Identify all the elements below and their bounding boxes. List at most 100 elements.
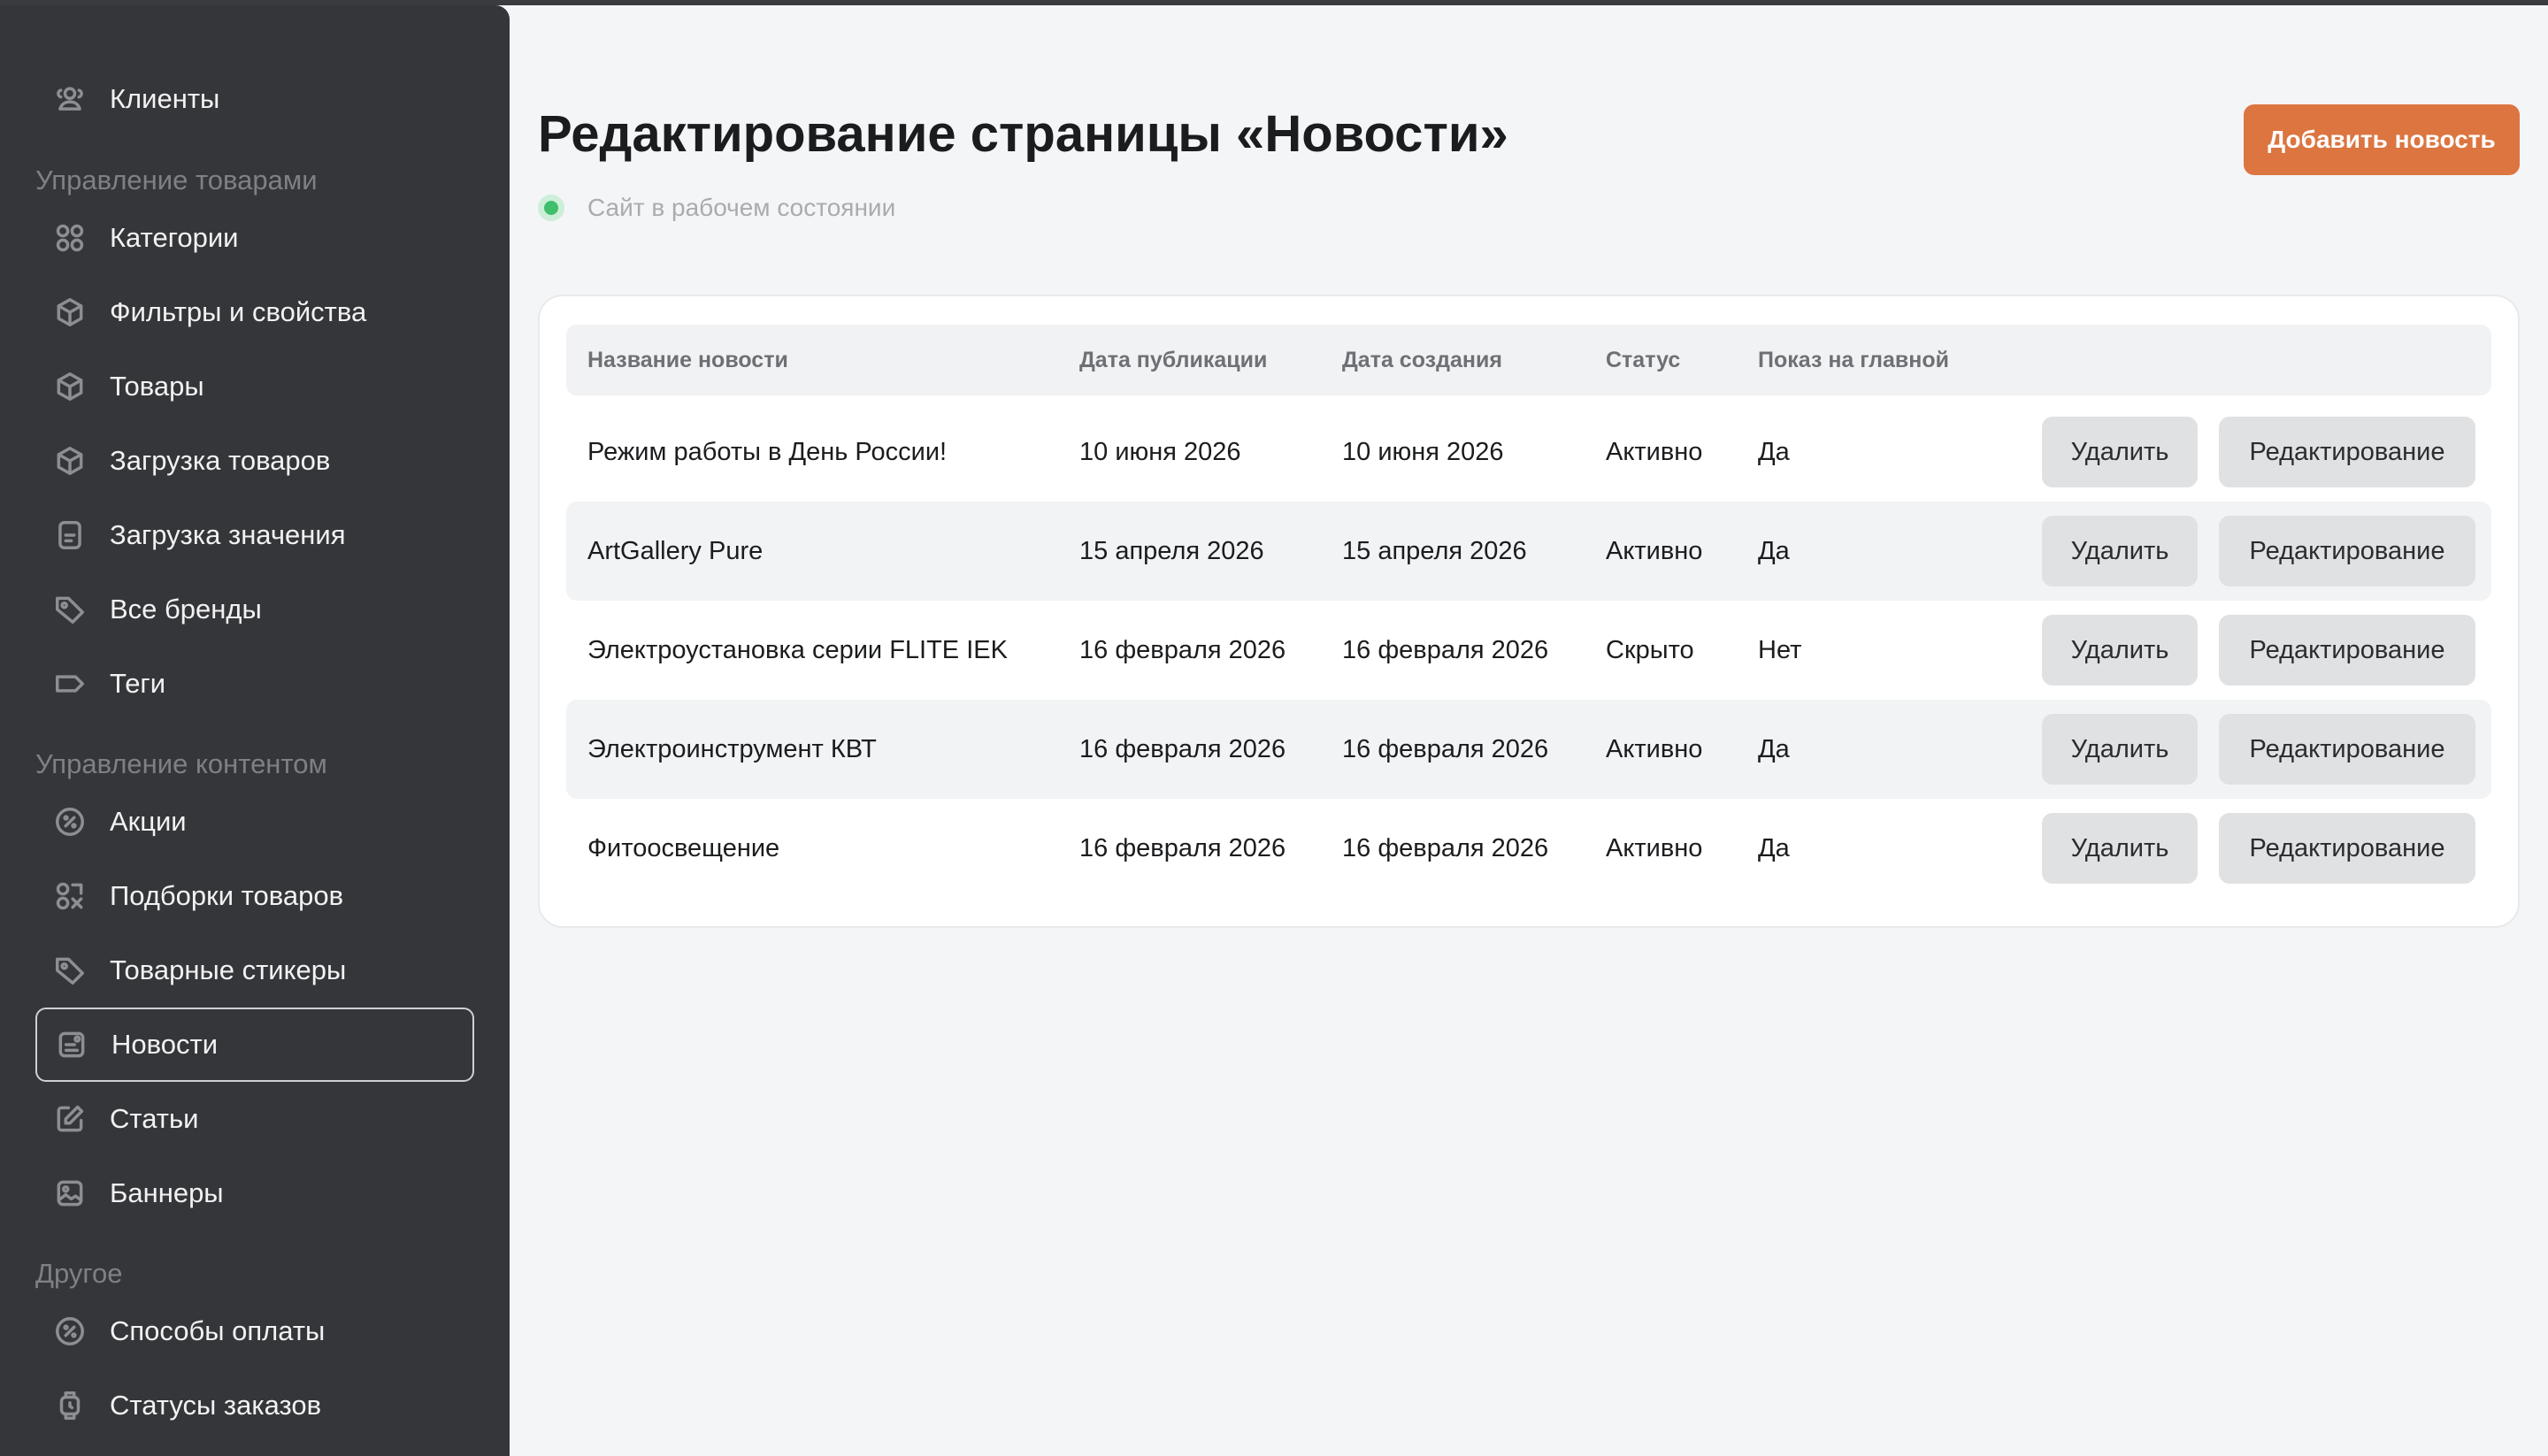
users-icon: [51, 80, 88, 118]
column-header-on-main: Показ на главной: [1758, 348, 1949, 372]
publish-date: 16 февраля 2026: [1079, 735, 1286, 763]
column-header-title: Название новости: [587, 348, 788, 372]
sidebar-item-label: Теги: [110, 668, 166, 699]
sidebar-item-product-upload[interactable]: Загрузка товаров: [35, 424, 474, 498]
section-title-content: Управление контентом: [35, 748, 327, 779]
news-title: ArtGallery Pure: [587, 537, 764, 565]
on-main-value: Нет: [1758, 636, 1802, 664]
status-value: Активно: [1606, 537, 1703, 565]
sidebar-item-promotions[interactable]: Акции: [35, 785, 474, 859]
sidebar-item-tags[interactable]: Теги: [35, 647, 474, 721]
sidebar-item-clients[interactable]: Клиенты: [35, 62, 474, 136]
column-header-status: Статус: [1606, 348, 1681, 372]
sidebar-item-label: Статьи: [110, 1103, 199, 1134]
sidebar-item-news[interactable]: Новости: [35, 1008, 474, 1082]
status-value: Активно: [1606, 438, 1703, 466]
news-table-card: Название новости Дата публикации Дата со…: [538, 295, 2520, 928]
sidebar: Клиенты Управление товарами Категории Фи…: [0, 5, 510, 1456]
create-date: 15 апреля 2026: [1342, 537, 1527, 565]
page-title: Редактирование страницы «Новости»: [538, 105, 1508, 163]
news-icon: [53, 1026, 90, 1063]
sidebar-item-label: Акции: [110, 806, 187, 837]
create-date: 16 февраля 2026: [1342, 834, 1549, 862]
status-value: Активно: [1606, 834, 1703, 862]
status-value: Скрыто: [1606, 636, 1694, 664]
on-main-value: Да: [1758, 834, 1790, 862]
sidebar-item-categories[interactable]: Категории: [35, 201, 474, 275]
table-row: Режим работы в День России! 10 июня 2026…: [566, 402, 2491, 502]
delete-button[interactable]: Удалить: [2042, 714, 2198, 785]
sidebar-item-label: Загрузка значения: [110, 519, 346, 550]
delete-button[interactable]: Удалить: [2042, 417, 2198, 487]
status-dot-icon: [538, 195, 564, 221]
delete-button[interactable]: Удалить: [2042, 516, 2198, 586]
on-main-value: Да: [1758, 537, 1790, 565]
edit-button[interactable]: Редактирование: [2219, 417, 2475, 487]
news-title: Режим работы в День России!: [587, 438, 948, 466]
sidebar-item-value-upload[interactable]: Загрузка значения: [35, 498, 474, 572]
sidebar-item-payment-methods[interactable]: Способы оплаты: [35, 1294, 474, 1368]
table-row: Электроинструмент КВТ 16 февраля 2026 16…: [566, 700, 2491, 799]
sidebar-item-label: Фильтры и свойства: [110, 296, 367, 327]
add-news-button[interactable]: Добавить новость: [2244, 104, 2520, 175]
sidebar-item-label: Статусы заказов: [110, 1390, 322, 1421]
section-title-other: Другое: [35, 1258, 123, 1289]
create-date: 10 июня 2026: [1342, 438, 1504, 466]
delete-button[interactable]: Удалить: [2042, 813, 2198, 884]
news-title: Фитоосвещение: [587, 834, 780, 862]
section-title-products: Управление товарами: [35, 165, 318, 195]
edit-icon: [51, 1100, 88, 1138]
sidebar-item-label: Способы оплаты: [110, 1315, 326, 1346]
grid-icon: [51, 219, 88, 257]
discount-icon: [51, 1313, 88, 1350]
sidebar-item-label: Все бренды: [110, 594, 262, 625]
status-text: Сайт в рабочем состоянии: [587, 194, 896, 221]
sidebar-item-products[interactable]: Товары: [35, 349, 474, 424]
collection-icon: [51, 877, 88, 915]
image-icon: [51, 1175, 88, 1212]
label-icon: [51, 665, 88, 702]
site-status: Сайт в рабочем состоянии: [538, 193, 895, 223]
on-main-value: Да: [1758, 735, 1790, 763]
on-main-value: Да: [1758, 438, 1790, 466]
watch-icon: [51, 1387, 88, 1424]
news-title: Электроустановка серии FLITE IEK: [587, 636, 1008, 664]
sidebar-item-brands[interactable]: Все бренды: [35, 572, 474, 647]
tag-icon: [51, 591, 88, 628]
sidebar-item-filters[interactable]: Фильтры и свойства: [35, 275, 474, 349]
table-header: Название новости Дата публикации Дата со…: [566, 325, 2491, 395]
table-row: Фитоосвещение 16 февраля 2026 16 февраля…: [566, 799, 2491, 898]
sidebar-item-label: Новости: [111, 1029, 219, 1060]
box-icon: [51, 442, 88, 479]
delete-button[interactable]: Удалить: [2042, 615, 2198, 686]
publish-date: 16 февраля 2026: [1079, 636, 1286, 664]
sidebar-item-articles[interactable]: Статьи: [35, 1082, 474, 1156]
publish-date: 16 февраля 2026: [1079, 834, 1286, 862]
sidebar-item-label: Категории: [110, 222, 239, 253]
sidebar-item-collections[interactable]: Подборки товаров: [35, 859, 474, 933]
publish-date: 15 апреля 2026: [1079, 537, 1264, 565]
box-icon: [51, 368, 88, 405]
sidebar-item-label: Товары: [110, 371, 204, 402]
table-row: ArtGallery Pure 15 апреля 2026 15 апреля…: [566, 502, 2491, 601]
sidebar-item-order-statuses[interactable]: Статусы заказов: [35, 1368, 474, 1443]
sidebar-item-label: Товарные стикеры: [110, 954, 347, 985]
sidebar-item-label: Баннеры: [110, 1177, 224, 1208]
table-row: Электроустановка серии FLITE IEK 16 февр…: [566, 601, 2491, 700]
sidebar-item-label: Загрузка товаров: [110, 445, 331, 476]
edit-button[interactable]: Редактирование: [2219, 714, 2475, 785]
status-value: Активно: [1606, 735, 1703, 763]
column-header-created: Дата создания: [1342, 348, 1502, 372]
create-date: 16 февраля 2026: [1342, 636, 1549, 664]
document-icon: [51, 517, 88, 554]
edit-button[interactable]: Редактирование: [2219, 615, 2475, 686]
column-header-published: Дата публикации: [1079, 348, 1268, 372]
sidebar-item-banners[interactable]: Баннеры: [35, 1156, 474, 1230]
edit-button[interactable]: Редактирование: [2219, 813, 2475, 884]
discount-icon: [51, 803, 88, 840]
sidebar-item-stickers[interactable]: Товарные стикеры: [35, 933, 474, 1008]
box-icon: [51, 294, 88, 331]
sidebar-item-label: Подборки товаров: [110, 880, 344, 911]
edit-button[interactable]: Редактирование: [2219, 516, 2475, 586]
create-date: 16 февраля 2026: [1342, 735, 1549, 763]
